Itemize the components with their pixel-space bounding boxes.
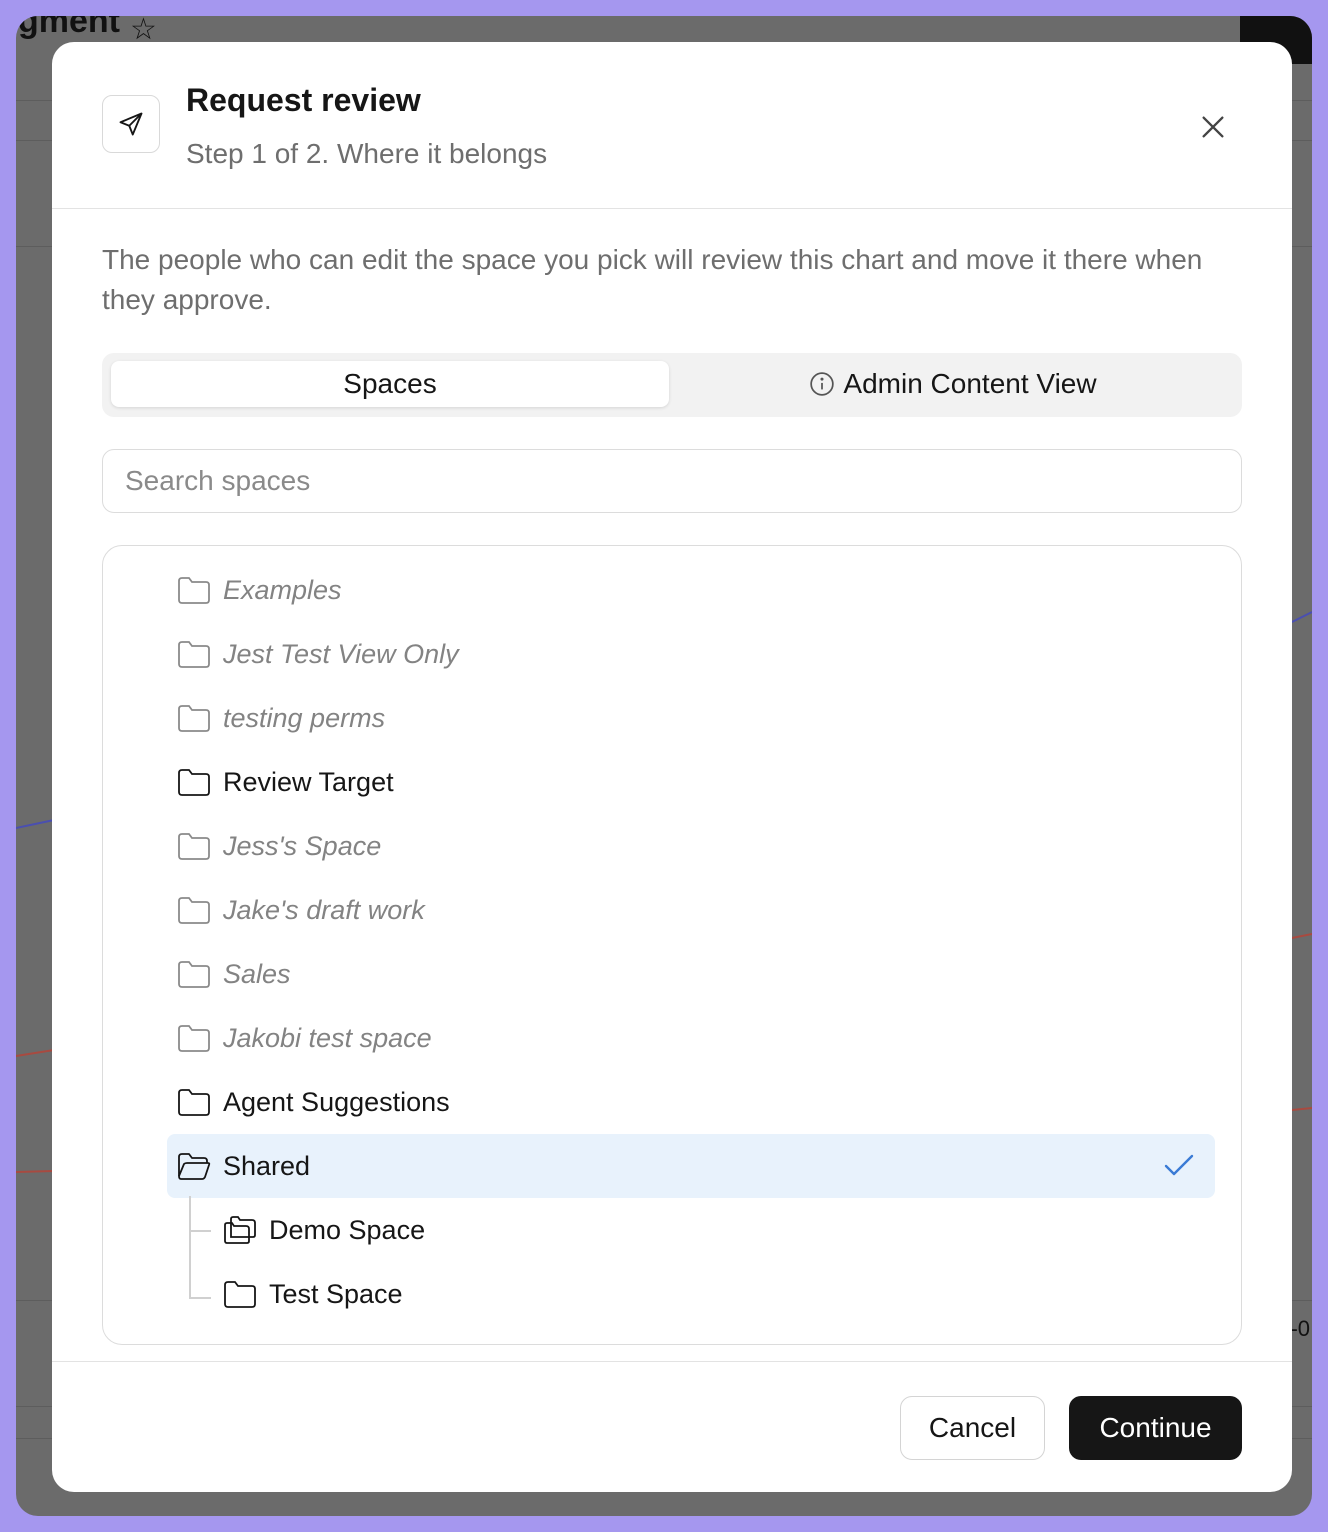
- folder-icon: [178, 1025, 210, 1052]
- list-item-label: Review Target: [223, 766, 394, 797]
- list-item-child[interactable]: Demo Space: [223, 1198, 1177, 1262]
- info-icon: [810, 372, 835, 396]
- dialog-header: Request review Step 1 of 2. Where it bel…: [52, 42, 1292, 209]
- spaces-list: Examples Jest Test View Only testing per…: [102, 545, 1242, 1345]
- continue-button[interactable]: Continue: [1069, 1396, 1242, 1460]
- cancel-button[interactable]: Cancel: [900, 1396, 1045, 1460]
- folder-icon: [178, 1089, 210, 1116]
- folder-icon: [178, 769, 210, 796]
- list-item[interactable]: Examples: [177, 558, 1177, 622]
- list-item[interactable]: Sales: [177, 942, 1177, 1006]
- folder-icon: [178, 641, 210, 668]
- list-item-label: Jake's draft work: [223, 894, 425, 925]
- list-item-label: Jess's Space: [223, 830, 382, 861]
- list-item-label: Test Space: [269, 1278, 403, 1309]
- dialog-title: Request review: [186, 82, 421, 118]
- folder-icon: [178, 961, 210, 988]
- list-item-label: Jakobi test space: [223, 1022, 432, 1053]
- tab-label: Admin Content View: [843, 368, 1097, 399]
- list-item[interactable]: Jess's Space: [177, 814, 1177, 878]
- close-icon: [1202, 116, 1224, 138]
- list-item[interactable]: Review Target: [177, 750, 1177, 814]
- tab-admin-content-view[interactable]: Admin Content View: [672, 361, 1234, 407]
- tree-connector: [189, 1230, 211, 1232]
- list-item[interactable]: testing perms: [177, 686, 1177, 750]
- folders-stack-icon: [224, 1216, 256, 1244]
- tab-spaces[interactable]: Spaces: [111, 361, 669, 407]
- list-item-label: Agent Suggestions: [223, 1086, 450, 1117]
- dialog-description: The people who can edit the space you pi…: [102, 244, 1203, 315]
- folder-open-icon: [178, 1153, 211, 1180]
- view-toggle: Spaces Admin Content View: [102, 353, 1242, 417]
- list-item-label: testing perms: [223, 702, 386, 733]
- folder-icon: [178, 833, 210, 860]
- folder-icon: [178, 705, 210, 732]
- dialog-footer: Cancel Continue: [52, 1361, 1292, 1492]
- list-item-child[interactable]: Test Space: [223, 1262, 1177, 1326]
- list-item[interactable]: Jest Test View Only: [177, 622, 1177, 686]
- list-item-label: Sales: [223, 958, 291, 989]
- folder-icon: [224, 1281, 256, 1308]
- dialog-subtitle: Step 1 of 2. Where it belongs: [186, 138, 548, 169]
- tree-connector: [189, 1196, 191, 1298]
- close-button[interactable]: [1188, 102, 1238, 152]
- list-item-label: Jest Test View Only: [223, 638, 459, 669]
- search-spaces-input[interactable]: [102, 449, 1242, 513]
- list-item-label: Shared: [223, 1150, 311, 1181]
- list-item-label: Examples: [223, 574, 342, 605]
- list-item-selected[interactable]: Shared: [167, 1134, 1215, 1198]
- list-item-label: Demo Space: [269, 1214, 426, 1245]
- list-item[interactable]: Jakobi test space: [177, 1006, 1177, 1070]
- list-item[interactable]: Jake's draft work: [177, 878, 1177, 942]
- send-icon: [102, 95, 160, 153]
- request-review-dialog: Request review Step 1 of 2. Where it bel…: [52, 42, 1292, 1492]
- folder-icon: [178, 897, 210, 924]
- checkmark-icon: [1164, 1154, 1194, 1176]
- folder-icon: [178, 577, 210, 604]
- list-item[interactable]: Agent Suggestions: [177, 1070, 1177, 1134]
- tab-label: Spaces: [343, 368, 437, 399]
- tree-connector: [189, 1297, 211, 1299]
